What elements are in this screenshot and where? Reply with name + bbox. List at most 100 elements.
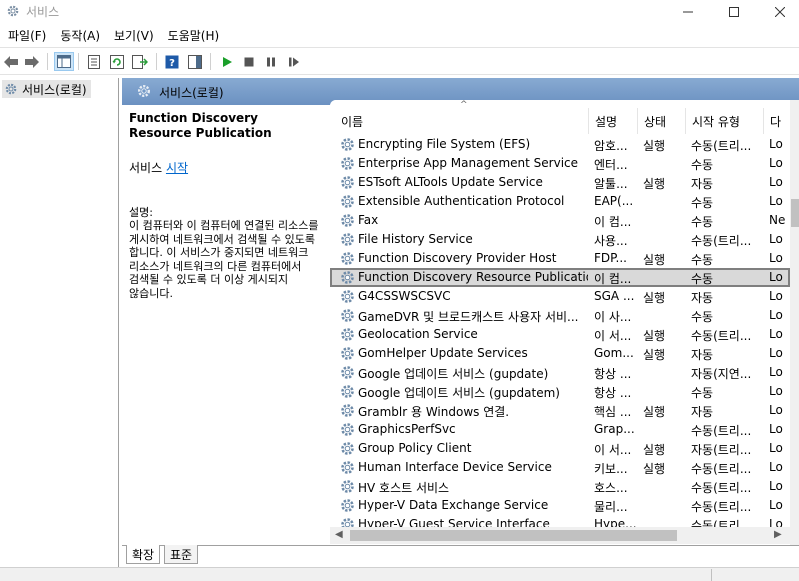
show-hide-console-tree-button[interactable] <box>54 52 74 71</box>
service-description: 암호... <box>594 139 628 153</box>
help-icon: ? <box>165 55 179 69</box>
service-status: 실행 <box>643 329 666 343</box>
tree-item-label: 서비스(로컬) <box>22 82 87 97</box>
vertical-scrollbar[interactable] <box>790 100 799 545</box>
menu-help[interactable]: 도움말(H) <box>164 27 224 44</box>
service-row[interactable]: Hyper-V Data Exchange Service 물리... 수동(트리.… <box>330 496 790 515</box>
service-logon: Lo <box>769 175 783 189</box>
minimize-icon <box>683 11 693 12</box>
service-logon: Lo <box>769 327 783 341</box>
services-gear-icon <box>7 5 19 17</box>
tab-extended[interactable]: 확장 <box>126 545 161 564</box>
service-logon: Lo <box>769 403 783 417</box>
service-gear-icon <box>339 307 356 324</box>
service-row[interactable]: GomHelper Update Services Gom... 실행 자동 Lo <box>330 344 790 363</box>
service-row[interactable]: Fax 이 컴... 수동 Ne <box>330 211 790 230</box>
service-status: 실행 <box>643 291 666 305</box>
service-row[interactable]: ESTsoft ALTools Update Service 알툴... 실행 자동 L… <box>330 173 790 192</box>
service-gear-icon <box>339 288 356 305</box>
menu-action[interactable]: 동작(A) <box>56 27 104 44</box>
service-gear-icon <box>339 250 356 267</box>
service-name: Function Discovery Resource Publication <box>358 270 588 284</box>
horizontal-scrollbar[interactable]: ◀ ▶ <box>330 527 790 544</box>
service-logon: Lo <box>769 346 783 360</box>
service-status: 실행 <box>643 348 666 362</box>
back-button[interactable] <box>1 52 21 71</box>
tab-standard[interactable]: 표준 <box>164 545 199 564</box>
refresh-button[interactable] <box>107 52 127 71</box>
service-startup-type: 자동(지연... <box>691 367 752 381</box>
menu-file[interactable]: 파일(F) <box>4 27 50 44</box>
start-service-button[interactable] <box>217 52 237 71</box>
service-row[interactable]: Function Discovery Provider Host FDP... 실행… <box>330 249 790 268</box>
service-description: 호스... <box>594 481 628 495</box>
service-startup-type: 수동(트리... <box>691 424 752 438</box>
service-startup-type: 수동 <box>691 386 714 400</box>
maximize-button[interactable] <box>711 0 757 23</box>
stop-service-button[interactable] <box>239 52 259 71</box>
restart-service-button[interactable] <box>284 52 304 71</box>
export-list-button[interactable] <box>130 52 150 71</box>
service-row[interactable]: HV 호스트 서비스 호스... 수동(트리... Lo <box>330 477 790 496</box>
column-header-description[interactable]: 설명 <box>589 108 638 134</box>
toolbar-separator <box>156 53 157 70</box>
service-row[interactable]: Encrypting File System (EFS) 암호... 실행 수동(트리… <box>330 135 790 154</box>
service-row[interactable]: Extensible Authentication Protocol EAP(..… <box>330 192 790 211</box>
service-startup-type: 수동(트리... <box>691 139 752 153</box>
service-startup-type: 자동 <box>691 291 714 305</box>
service-logon: Lo <box>769 156 783 170</box>
menu-view[interactable]: 보기(V) <box>110 27 158 44</box>
service-status: 실행 <box>643 405 666 419</box>
service-logon: Lo <box>769 289 783 303</box>
service-row[interactable]: Geolocation Service 이 서... 실행 수동(트리... Lo <box>330 325 790 344</box>
gear-icon <box>5 83 17 95</box>
service-row[interactable]: GraphicsPerfSvc Grap... 수동(트리... Lo <box>330 420 790 439</box>
service-description: Grap... <box>594 422 635 436</box>
window-title: 서비스 <box>26 5 60 19</box>
service-description: 이 서... <box>594 443 632 457</box>
column-header-status[interactable]: 상태 <box>638 108 686 134</box>
start-service-link[interactable]: 시작 <box>166 161 188 175</box>
service-row[interactable]: Google 업데이트 서비스 (gupdatem) 항상 ... 수동 Lo <box>330 382 790 401</box>
service-row[interactable]: Gramblr 용 Windows 연결. 핵심 ... 실행 자동 Lo <box>330 401 790 420</box>
service-name: Hyper-V Data Exchange Service <box>358 498 549 512</box>
pause-service-button[interactable] <box>261 52 281 71</box>
service-logon: Lo <box>769 365 783 379</box>
column-label: 상태 <box>644 114 667 129</box>
service-row[interactable]: Enterprise App Management Service 엔터... 수동… <box>330 154 790 173</box>
horizontal-scrollbar-thumb[interactable] <box>350 530 677 541</box>
help-button[interactable]: ? <box>162 52 182 71</box>
column-header-startup-type[interactable]: 시작 유형 <box>686 108 764 134</box>
service-description: EAP(... <box>594 194 634 208</box>
service-logon: Lo <box>769 270 783 284</box>
properties-button[interactable] <box>84 52 104 71</box>
service-gear-icon <box>339 383 356 400</box>
service-row[interactable]: GameDVR 및 브로드캐스트 사용자 서비... 이 사... 수동 Lo <box>330 306 790 325</box>
view-tabs: 확장 표준 <box>122 545 799 567</box>
scroll-right-icon[interactable]: ▶ <box>774 529 782 540</box>
service-row[interactable]: Group Policy Client 이 서... 실행 자동(트리... Lo <box>330 439 790 458</box>
toolbar: ? <box>0 47 799 75</box>
service-row[interactable]: Google 업데이트 서비스 (gupdate) 항상 ... 자동(지연... L… <box>330 363 790 382</box>
forward-button[interactable] <box>22 52 42 71</box>
vertical-scrollbar-thumb[interactable] <box>791 199 799 227</box>
selected-service-name: Function Discovery Resource Publication <box>129 111 272 140</box>
service-details-panel: Function Discovery Resource Publication … <box>122 105 330 545</box>
service-row[interactable]: Human Interface Device Service 키보... 실행 수동(… <box>330 458 790 477</box>
start-service-line: 서비스 시작 <box>129 159 323 176</box>
scroll-left-icon[interactable]: ◀ <box>335 529 343 540</box>
service-row[interactable]: Function Discovery Resource Publication 이… <box>330 268 790 287</box>
service-name: Geolocation Service <box>358 327 478 341</box>
column-header-name[interactable]: 이름 <box>335 108 589 134</box>
tree-item-services-local[interactable]: 서비스(로컬) <box>2 80 91 98</box>
minimize-button[interactable] <box>665 0 711 23</box>
service-row[interactable]: G4CSSWSCSVC SGA ... 실행 자동 Lo <box>330 287 790 306</box>
show-hide-action-pane-button[interactable] <box>185 52 205 71</box>
start-icon <box>223 56 232 67</box>
service-row[interactable]: File History Service 사용... 수동(트리... Lo <box>330 230 790 249</box>
service-logon: Lo <box>769 137 783 151</box>
service-status: 실행 <box>643 177 666 191</box>
close-button[interactable] <box>757 0 799 23</box>
toolbar-separator <box>47 53 48 70</box>
properties-icon <box>88 54 100 69</box>
